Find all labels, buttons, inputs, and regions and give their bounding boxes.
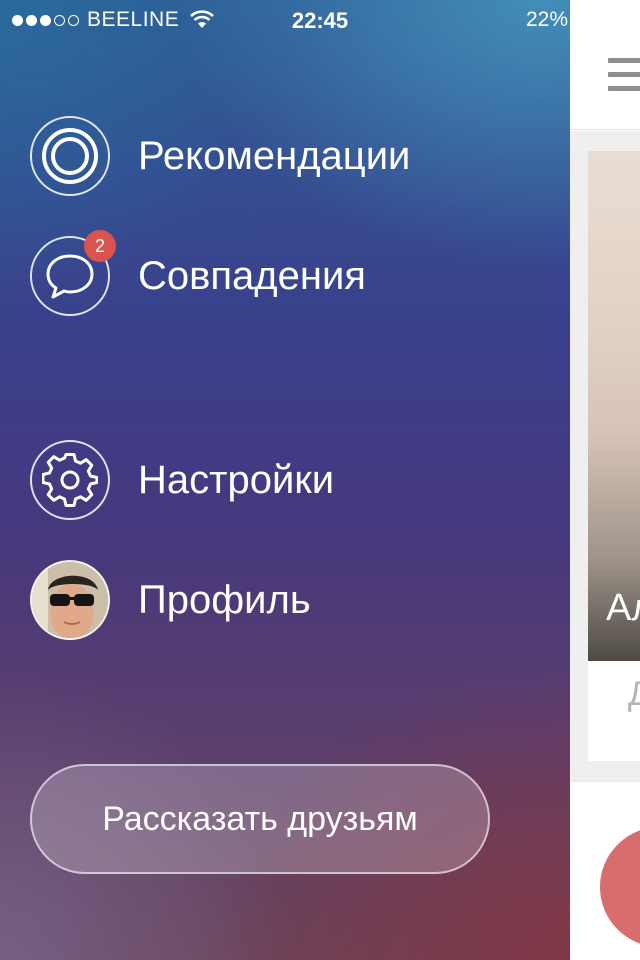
battery-percentage: 22%: [525, 8, 568, 31]
target-icon: [30, 116, 110, 196]
main-action-bar: [570, 781, 640, 960]
status-bar: BEELINE 22:45 22%: [0, 0, 640, 40]
menu-label-recommendations: Рекомендации: [138, 133, 411, 178]
menu-label-settings: Настройки: [138, 457, 335, 502]
menu-label-matches: Совпадения: [138, 253, 366, 298]
menu-item-matches[interactable]: 2 Совпадения: [30, 230, 366, 316]
share-with-friends-button[interactable]: Рассказать друзьям: [30, 764, 490, 874]
avatar: [30, 560, 110, 640]
hamburger-icon[interactable]: [608, 58, 640, 92]
main-body: Ал Д: [570, 131, 640, 781]
menu-item-settings[interactable]: Настройки: [30, 440, 334, 520]
menu-item-recommendations[interactable]: Рекомендации: [30, 116, 410, 196]
card-subtitle: Д: [628, 675, 640, 713]
menu-item-profile[interactable]: Профиль: [30, 560, 311, 640]
card-photo: [588, 151, 640, 661]
menu-label-profile: Профиль: [138, 577, 311, 622]
chat-bubble-icon: 2: [30, 230, 116, 316]
dislike-button[interactable]: [600, 827, 640, 947]
gear-icon: [30, 440, 110, 520]
matches-badge: 2: [84, 230, 116, 262]
recommendation-card[interactable]: Ал Д: [588, 151, 640, 761]
side-drawer: Рекомендации 2 Совпадения Настройки Проф…: [0, 0, 570, 960]
card-name: Ал: [606, 587, 640, 629]
main-screen: Ал Д: [570, 0, 640, 960]
